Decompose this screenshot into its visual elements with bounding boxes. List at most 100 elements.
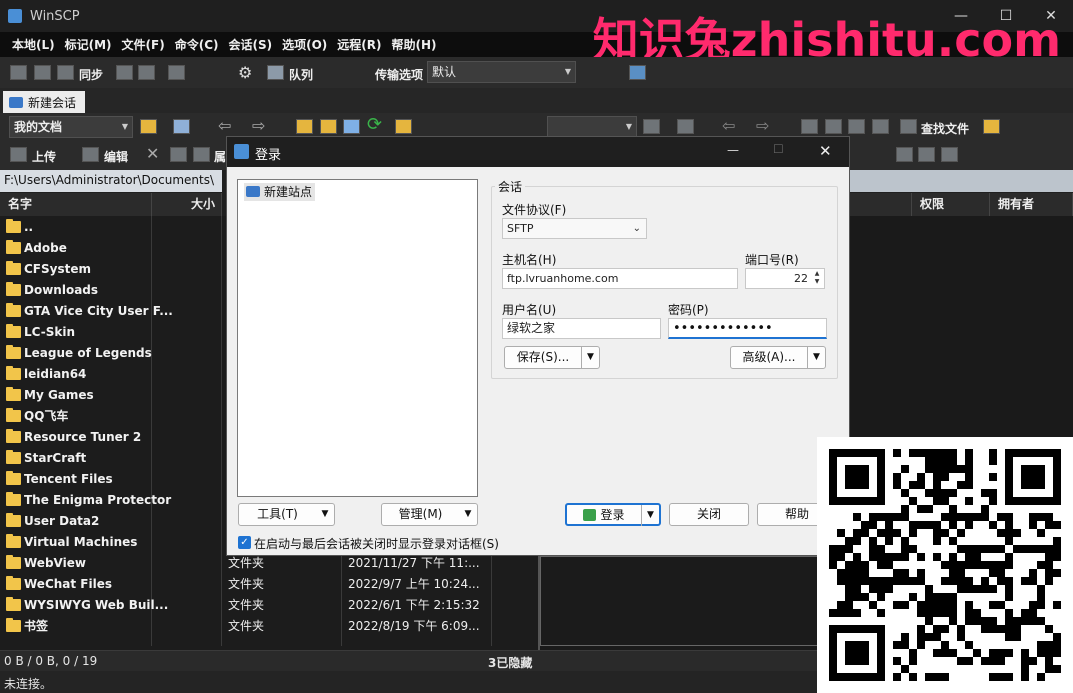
site-item-new[interactable]: 新建站点: [244, 183, 316, 201]
remote-back-icon[interactable]: ⇦: [722, 116, 735, 135]
protocol-value: SFTP: [507, 222, 534, 235]
filter-icon[interactable]: [173, 119, 190, 134]
remote-forward-icon[interactable]: ⇨: [756, 116, 769, 135]
toolbar-icon-1[interactable]: [10, 65, 27, 80]
column-name[interactable]: 名字: [0, 193, 152, 216]
queue-label[interactable]: 队列: [289, 66, 313, 83]
gear-icon[interactable]: ⚙: [238, 63, 252, 82]
toolbar-icon-3[interactable]: [138, 65, 155, 80]
edit-icon[interactable]: [82, 147, 99, 162]
tab-bar: [0, 88, 1073, 113]
find-files-icon[interactable]: [900, 119, 917, 134]
terminal-icon[interactable]: [116, 65, 133, 80]
folder-icon: [6, 492, 21, 506]
upload-icon[interactable]: [10, 147, 27, 162]
forward-icon[interactable]: ⇨: [252, 116, 265, 135]
remote-folder-dropdown[interactable]: ▼: [547, 116, 637, 138]
remote-open-icon[interactable]: [643, 119, 660, 134]
file-name: QQ飞车: [24, 409, 69, 423]
protocol-select[interactable]: SFTP ⌄: [502, 218, 647, 239]
open-folder-icon[interactable]: [140, 119, 157, 134]
tools-button[interactable]: 工具(T) ▼: [238, 503, 335, 526]
find-files-label[interactable]: 查找文件: [921, 120, 969, 137]
remote-new-icon[interactable]: [896, 147, 913, 162]
bookmark-icon[interactable]: [395, 119, 412, 134]
root-folder-icon[interactable]: [320, 119, 337, 134]
edit-label[interactable]: 编辑: [104, 148, 128, 165]
folder-icon: [6, 576, 21, 590]
advanced-button[interactable]: 高级(A)... ▼: [730, 346, 826, 369]
remote-root-icon[interactable]: [825, 119, 842, 134]
parent-folder-icon[interactable]: [296, 119, 313, 134]
host-input[interactable]: ftp.lvruanhome.com: [502, 268, 738, 289]
local-folder-dropdown[interactable]: 我的文档 ▼: [9, 116, 133, 138]
file-name: WebView: [24, 556, 86, 570]
remote-path[interactable]: [848, 170, 1073, 192]
remote-parent-icon[interactable]: [801, 119, 818, 134]
upload-label[interactable]: 上传: [32, 148, 56, 165]
menu-mark[interactable]: 标记(M): [60, 36, 117, 53]
login-label: 登录: [600, 508, 625, 522]
login-dropdown-icon[interactable]: ▼: [641, 505, 659, 526]
file-row[interactable]: WeChat Files 文件夹 2022/9/7 上午 10:24...: [0, 574, 538, 595]
sync-label[interactable]: 同步: [79, 66, 103, 83]
transfer-settings-dropdown[interactable]: 默认 ▼: [427, 61, 576, 83]
remote-filter2-icon[interactable]: [941, 147, 958, 162]
parent-folder-icon: [6, 219, 21, 233]
remote-refresh-icon[interactable]: [872, 119, 889, 134]
menu-remote[interactable]: 远程(R): [332, 36, 386, 53]
tools-dropdown-icon[interactable]: ▼: [316, 504, 334, 525]
menu-help[interactable]: 帮助(H): [387, 36, 442, 53]
save-button[interactable]: 保存(S)... ▼: [504, 346, 600, 369]
file-type: 文件夹: [228, 556, 265, 570]
login-button[interactable]: 登录 ▼: [565, 503, 661, 526]
menu-file[interactable]: 文件(F): [117, 36, 170, 53]
startup-checkbox[interactable]: ✓: [238, 536, 251, 549]
file-name: leidian64: [24, 367, 87, 381]
properties-icon[interactable]: [193, 147, 210, 162]
advanced-label: 高级(A)...: [742, 350, 796, 364]
dialog-minimize-icon[interactable]: —: [727, 143, 739, 157]
file-row[interactable]: 书签 文件夹 2022/8/19 下午 6:09...: [0, 616, 538, 637]
back-icon[interactable]: ⇦: [218, 116, 231, 135]
column-size[interactable]: 大小: [152, 193, 222, 216]
delete-icon[interactable]: ✕: [146, 144, 159, 163]
rename-icon[interactable]: [170, 147, 187, 162]
close-button[interactable]: 关闭: [669, 503, 749, 526]
tab-new-session[interactable]: 新建会话: [3, 91, 85, 113]
menu-session[interactable]: 会话(S): [224, 36, 278, 53]
remote-minus-icon[interactable]: [918, 147, 935, 162]
menu-options[interactable]: 选项(O): [277, 36, 332, 53]
column-owner[interactable]: 拥有者: [990, 193, 1073, 216]
file-name: League of Legends: [24, 346, 152, 360]
folder-icon: [6, 303, 21, 317]
remote-home-icon[interactable]: [848, 119, 865, 134]
file-row[interactable]: WebView 文件夹 2021/11/27 下午 11:...: [0, 553, 538, 574]
local-path[interactable]: F:\Users\Administrator\Documents\: [0, 170, 222, 192]
transfer-settings-value: 默认: [432, 65, 457, 79]
password-input[interactable]: •••••••••••••: [668, 318, 827, 339]
save-dropdown-icon[interactable]: ▼: [581, 347, 599, 368]
remote-filter-icon[interactable]: [677, 119, 694, 134]
toolbar-icon-2[interactable]: [34, 65, 51, 80]
column-permissions[interactable]: 权限: [912, 193, 990, 216]
menu-command[interactable]: 命令(C): [170, 36, 224, 53]
user-input[interactable]: 绿软之家: [502, 318, 661, 339]
chevron-down-icon: ⌄: [632, 223, 641, 234]
site-list[interactable]: 新建站点: [237, 179, 478, 497]
toolbar-icon-4[interactable]: [168, 65, 185, 80]
port-spinner[interactable]: ▲ ▼: [811, 270, 823, 287]
queue-icon[interactable]: [267, 65, 284, 80]
sync-icon[interactable]: [57, 65, 74, 80]
advanced-dropdown-icon[interactable]: ▼: [807, 347, 825, 368]
globe-icon[interactable]: [629, 65, 646, 80]
manage-dropdown-icon[interactable]: ▼: [459, 504, 477, 525]
remote-bookmark-icon[interactable]: [983, 119, 1000, 134]
dialog-close-icon[interactable]: ✕: [819, 142, 832, 160]
properties-label[interactable]: 属: [214, 148, 226, 165]
home-icon[interactable]: [343, 119, 360, 134]
file-row[interactable]: WYSIWYG Web Buil... 文件夹 2022/6/1 下午 2:15:3…: [0, 595, 538, 616]
refresh-icon[interactable]: ⟳: [367, 114, 382, 135]
menu-local[interactable]: 本地(L): [7, 36, 60, 53]
manage-button[interactable]: 管理(M) ▼: [381, 503, 478, 526]
